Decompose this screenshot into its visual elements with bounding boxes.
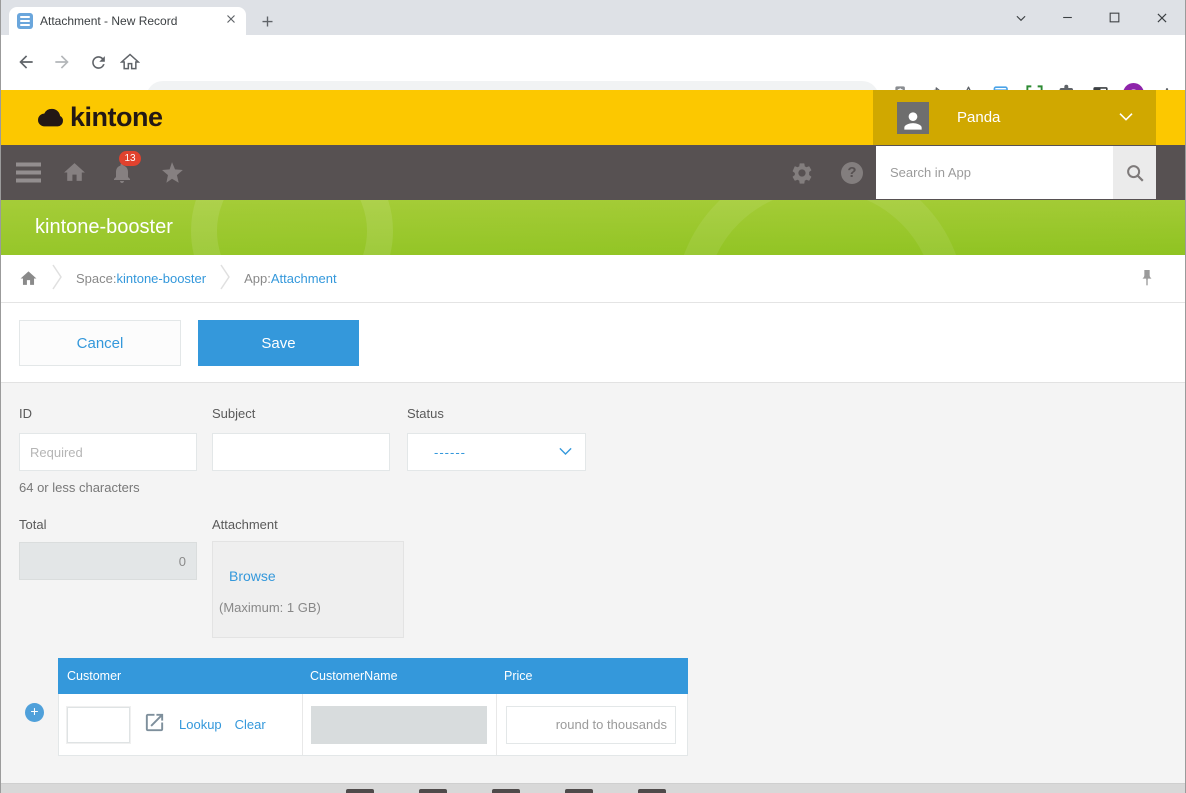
attachment-max-size: (Maximum: 1 GB) — [219, 600, 321, 615]
breadcrumb: Space: kintone-booster App: Attachment — [1, 255, 1185, 303]
breadcrumb-chevron-icon — [220, 264, 231, 293]
nav-home-icon[interactable] — [59, 145, 89, 200]
sub-table-header: Customer CustomerName Price — [58, 658, 688, 694]
column-header-customer: Customer — [67, 669, 122, 683]
external-link-icon[interactable] — [143, 711, 166, 739]
settings-gear-icon[interactable] — [787, 145, 817, 200]
search-button[interactable] — [1113, 146, 1156, 199]
kintone-header: kintone Panda — [1, 90, 1185, 145]
kintone-favicon — [17, 13, 33, 29]
notification-badge: 13 — [119, 151, 141, 166]
status-label: Status — [407, 406, 444, 421]
browser-titlebar: Attachment - New Record — [1, 0, 1185, 35]
browser-toolbar: pandafirm.cybozu.com/k/1871/edit — [1, 35, 1185, 115]
tab-search-icon[interactable] — [997, 0, 1044, 35]
browser-tab[interactable]: Attachment - New Record — [9, 7, 246, 35]
browser-window: Attachment - New Record kintone Panda 13… — [0, 0, 1186, 793]
customer-cell: Lookup Clear — [59, 694, 302, 755]
table-row: Lookup Clear — [58, 694, 688, 756]
customername-readonly-field — [311, 705, 487, 744]
status-dropdown[interactable]: ------ — [407, 433, 586, 471]
space-title: kintone-booster — [35, 216, 173, 238]
space-banner[interactable]: kintone-booster — [1, 200, 1185, 255]
horizontal-scrollbar[interactable] — [1, 783, 1185, 793]
id-input[interactable] — [19, 433, 197, 471]
new-tab-button[interactable] — [255, 9, 279, 33]
tab-close-icon[interactable] — [224, 12, 238, 31]
total-readonly-field: 0 — [19, 542, 197, 580]
record-action-bar: Cancel Save — [1, 303, 1185, 383]
app-search — [876, 146, 1156, 199]
customer-input[interactable] — [67, 706, 130, 743]
attachment-label: Attachment — [212, 517, 278, 532]
price-input[interactable] — [506, 705, 676, 744]
reload-icon[interactable] — [85, 49, 111, 75]
search-icon — [1126, 164, 1144, 182]
breadcrumb-app-link[interactable]: Attachment — [271, 271, 337, 286]
kintone-logo[interactable]: kintone — [35, 90, 163, 145]
forward-icon[interactable] — [49, 49, 75, 75]
status-chevron-down-icon — [558, 443, 573, 461]
help-icon[interactable]: ? — [837, 145, 867, 200]
user-chevron-down-icon — [1118, 109, 1134, 127]
id-hint: 64 or less characters — [19, 480, 140, 495]
total-label: Total — [19, 517, 47, 532]
tab-title: Attachment - New Record — [40, 14, 178, 28]
column-header-customername: CustomerName — [310, 669, 398, 683]
subject-label: Subject — [212, 406, 256, 421]
subject-input[interactable] — [212, 433, 390, 471]
home-icon[interactable] — [117, 49, 143, 75]
kintone-logo-text: kintone — [70, 102, 163, 132]
add-row-button[interactable]: + — [25, 703, 44, 722]
record-form: ID Subject Status ------ 64 or less char… — [1, 383, 1185, 783]
user-avatar — [897, 101, 929, 134]
sub-table: Customer CustomerName Price Lookup Clear — [58, 658, 688, 756]
browse-link[interactable]: Browse — [229, 568, 276, 584]
breadcrumb-chevron-icon — [52, 264, 62, 293]
user-name: Panda — [957, 109, 1001, 126]
app-search-input[interactable] — [876, 146, 1113, 199]
lookup-link[interactable]: Lookup — [179, 717, 222, 732]
back-icon[interactable] — [13, 49, 39, 75]
cancel-button[interactable]: Cancel — [19, 320, 181, 366]
favorites-star-icon[interactable] — [155, 145, 189, 200]
maximize-button[interactable] — [1091, 0, 1138, 35]
kintone-cloud-icon — [38, 108, 63, 126]
clear-link[interactable]: Clear — [235, 717, 266, 732]
price-cell — [496, 694, 687, 755]
minimize-button[interactable] — [1044, 0, 1091, 35]
breadcrumb-space-label: Space: — [76, 271, 117, 286]
attachment-dropzone[interactable]: Browse (Maximum: 1 GB) — [212, 541, 404, 638]
hamburger-menu-icon[interactable] — [13, 145, 43, 200]
window-controls — [997, 0, 1185, 35]
status-value: ------ — [434, 444, 466, 460]
save-button[interactable]: Save — [198, 320, 359, 366]
close-button[interactable] — [1138, 0, 1185, 35]
pin-icon[interactable] — [1139, 269, 1155, 290]
column-header-price: Price — [504, 669, 533, 683]
breadcrumb-home-icon[interactable] — [19, 269, 38, 288]
breadcrumb-space-link[interactable]: kintone-booster — [116, 271, 206, 286]
kintone-navbar: 13 ? — [1, 145, 1185, 200]
notification-bell-icon[interactable]: 13 — [105, 145, 141, 200]
customername-cell — [302, 694, 496, 755]
id-label: ID — [19, 406, 32, 421]
user-menu[interactable]: Panda — [873, 90, 1156, 145]
breadcrumb-app-label: App: — [244, 271, 271, 286]
